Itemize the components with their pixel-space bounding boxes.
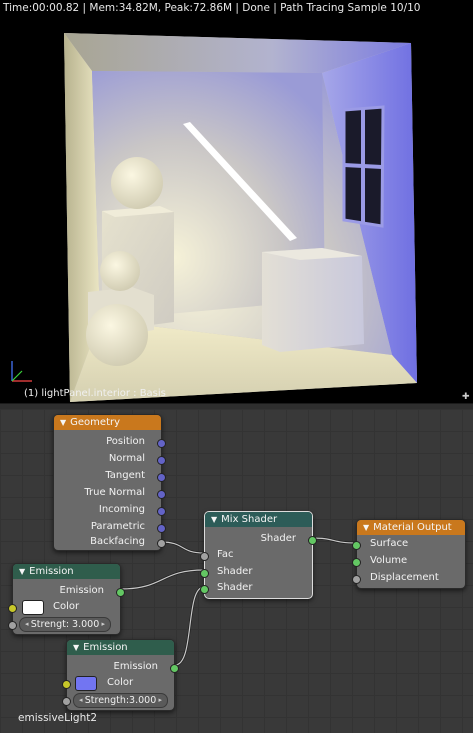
emission-output-socket[interactable] [170,664,179,673]
shader-output-socket[interactable] [308,536,317,545]
geometry-node-header[interactable]: ▼ Geometry [54,415,161,430]
output-tangent: Tangent [105,470,145,481]
rendered-image [64,33,417,402]
true-normal-socket[interactable] [157,490,166,499]
backfacing-socket[interactable] [157,539,166,548]
render-viewport[interactable]: Time:00:00.82 | Mem:34.82M, Peak:72.86M … [0,0,473,403]
tangent-socket[interactable] [157,473,166,482]
color-input-socket[interactable] [62,680,71,689]
strength-field[interactable]: ◂ Strength:3.000 ▸ [73,693,168,708]
fac-input-socket[interactable] [200,552,209,561]
node-frame-label: emissiveLight2 [18,712,98,724]
normal-socket[interactable] [157,456,166,465]
input-surface: Surface [370,538,409,549]
strength-field[interactable]: ◂ Strengt: 3.000 ▸ [19,617,111,632]
node-title: Emission [83,642,128,653]
view-axes-gizmo [11,361,32,382]
material-output-header[interactable]: ▼ Material Output [357,520,465,535]
expand-plus-icon[interactable]: ✚ [462,392,470,402]
color-swatch[interactable] [75,676,97,691]
decrement-arrow-icon[interactable]: ◂ [25,618,29,631]
node-editor[interactable]: ▼ Geometry Position Normal Tangent True N… [0,409,473,733]
strength-input-socket[interactable] [8,621,17,630]
shader-input-socket-1[interactable] [200,569,209,578]
render-status-bar: Time:00:00.82 | Mem:34.82M, Peak:72.86M … [3,2,421,14]
strength-input-socket[interactable] [62,697,71,706]
mix-shader-node[interactable]: ▼ Mix Shader Shader Fac Shader Shader [200,511,317,599]
input-fac: Fac [217,549,234,560]
shader-input-socket-2[interactable] [200,585,209,594]
geometry-node[interactable]: ▼ Geometry Position Normal Tangent True N… [53,414,166,551]
node-title: Mix Shader [221,514,278,525]
output-emission: Emission [113,661,159,672]
emission-node-2-header[interactable]: ▼ Emission [67,640,174,655]
collapse-triangle-icon[interactable]: ▼ [363,523,369,532]
output-backfacing: Backfacing [90,536,145,547]
color-label: Color [53,601,80,612]
emission-node-2[interactable]: ▼ Emission Emission Color ◂ Strength:3.00… [62,639,179,711]
color-swatch[interactable] [22,600,44,615]
color-label: Color [107,677,134,688]
input-volume: Volume [370,555,408,566]
input-displacement: Displacement [370,572,439,583]
collapse-triangle-icon[interactable]: ▼ [211,515,217,524]
emission-node-1[interactable]: ▼ Emission Emission Color ◂ Strengt: 3.00… [8,563,125,635]
output-emission: Emission [59,585,105,596]
volume-input-socket[interactable] [352,558,361,567]
strength-value: Strengt: 3.000 [30,619,100,630]
output-parametric: Parametric [90,521,145,532]
node-title: Emission [29,566,74,577]
output-normal: Normal [108,453,145,464]
incoming-socket[interactable] [157,507,166,516]
collapse-triangle-icon[interactable]: ▼ [60,418,66,427]
color-input-socket[interactable] [8,604,17,613]
increment-arrow-icon[interactable]: ▸ [158,694,162,707]
input-shader-1: Shader [217,566,253,577]
decrement-arrow-icon[interactable]: ◂ [79,694,83,707]
displacement-input-socket[interactable] [352,575,361,584]
output-incoming: Incoming [98,504,145,515]
position-socket[interactable] [157,439,166,448]
output-shader: Shader [260,533,296,544]
output-true-normal: True Normal [84,487,145,498]
node-title: Material Output [373,522,452,533]
surface-input-socket[interactable] [352,541,361,550]
mix-shader-header[interactable]: ▼ Mix Shader [205,512,312,527]
increment-arrow-icon[interactable]: ▸ [101,618,105,631]
material-output-node[interactable]: ▼ Material Output Surface Volume Displace… [352,519,466,589]
output-position: Position [106,436,145,447]
collapse-triangle-icon[interactable]: ▼ [73,643,79,652]
strength-value: Strength:3.000 [84,695,157,706]
emission-node-1-header[interactable]: ▼ Emission [13,564,120,579]
active-object-label: (1) lightPanel.interior : Basis [24,388,166,399]
parametric-socket[interactable] [157,524,166,533]
emission-output-socket[interactable] [116,588,125,597]
node-title: Geometry [70,417,121,428]
collapse-triangle-icon[interactable]: ▼ [19,567,25,576]
input-shader-2: Shader [217,582,253,593]
